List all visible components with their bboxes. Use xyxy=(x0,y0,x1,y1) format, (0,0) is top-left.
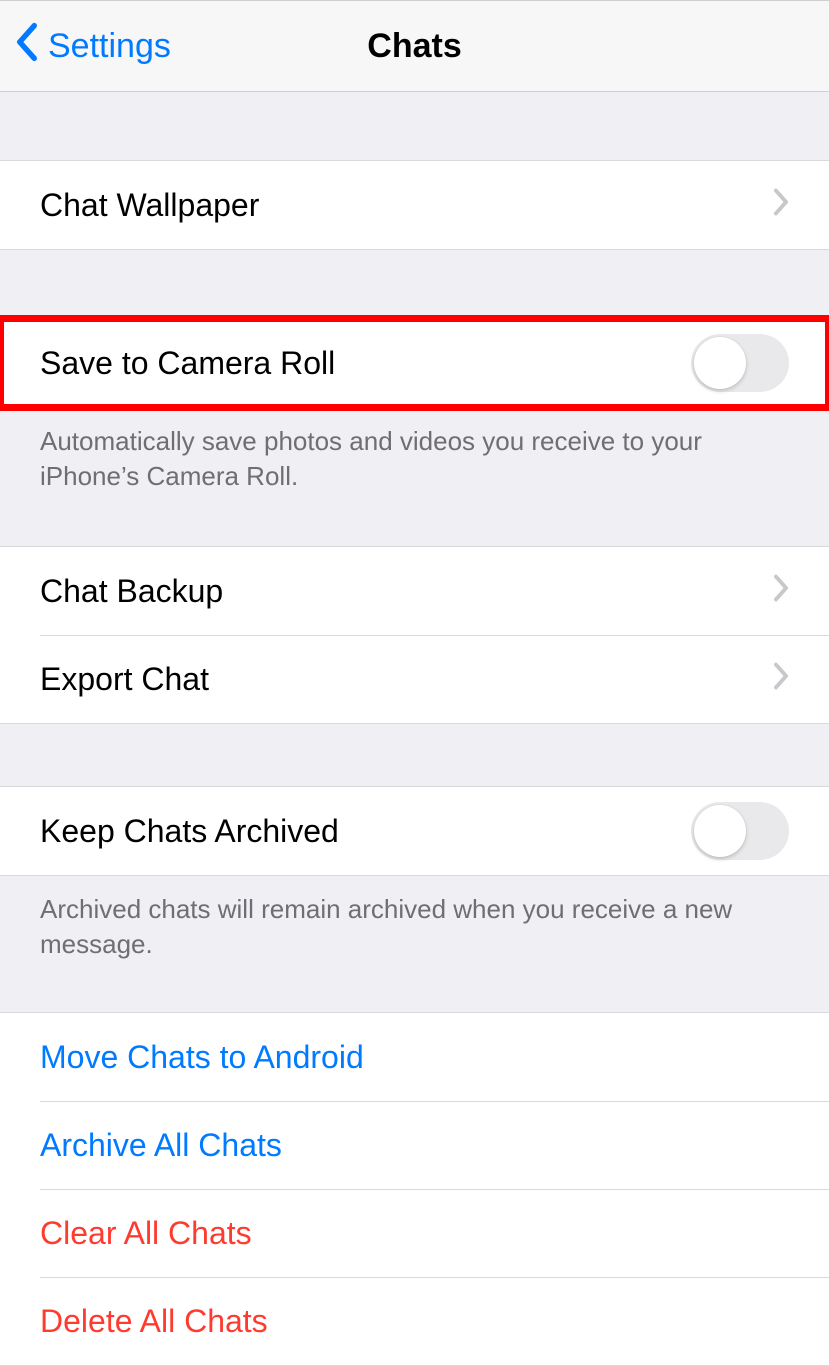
toggle-knob xyxy=(694,805,746,857)
row-label: Export Chat xyxy=(40,661,773,698)
chevron-right-icon xyxy=(773,661,789,698)
row-label: Keep Chats Archived xyxy=(40,813,691,850)
row-label: Chat Wallpaper xyxy=(40,187,773,224)
row-label: Save to Camera Roll xyxy=(40,345,691,382)
chevron-right-icon xyxy=(773,187,789,224)
page-title: Chats xyxy=(367,27,461,66)
action-label: Move Chats to Android xyxy=(40,1039,364,1076)
action-move-android[interactable]: Move Chats to Android xyxy=(0,1013,829,1101)
action-archive-all[interactable]: Archive All Chats xyxy=(0,1101,829,1189)
row-save-camera-roll[interactable]: Save to Camera Roll xyxy=(0,319,829,407)
group-wallpaper: Chat Wallpaper xyxy=(0,160,829,250)
toggle-keep-archived[interactable] xyxy=(691,802,789,860)
row-export-chat[interactable]: Export Chat xyxy=(0,635,829,723)
back-button[interactable]: Settings xyxy=(16,22,171,71)
action-label: Delete All Chats xyxy=(40,1303,268,1340)
toggle-knob xyxy=(694,337,746,389)
action-label: Archive All Chats xyxy=(40,1127,282,1164)
group-backup: Chat Backup Export Chat xyxy=(0,546,829,724)
action-clear-all[interactable]: Clear All Chats xyxy=(0,1189,829,1277)
group-archive: Keep Chats Archived xyxy=(0,786,829,876)
row-label: Chat Backup xyxy=(40,573,773,610)
row-chat-wallpaper[interactable]: Chat Wallpaper xyxy=(0,161,829,249)
action-label: Clear All Chats xyxy=(40,1215,252,1252)
chevron-right-icon xyxy=(773,573,789,610)
chevron-left-icon xyxy=(16,22,48,71)
footer-camera-roll: Automatically save photos and videos you… xyxy=(0,408,829,518)
footer-archive: Archived chats will remain archived when… xyxy=(0,876,829,986)
row-chat-backup[interactable]: Chat Backup xyxy=(0,547,829,635)
back-label: Settings xyxy=(48,27,171,66)
group-camera-roll: Save to Camera Roll xyxy=(0,318,829,408)
toggle-save-camera-roll[interactable] xyxy=(691,334,789,392)
row-keep-archived[interactable]: Keep Chats Archived xyxy=(0,787,829,875)
nav-bar: Settings Chats xyxy=(0,0,829,92)
group-actions: Move Chats to Android Archive All Chats … xyxy=(0,1012,829,1366)
action-delete-all[interactable]: Delete All Chats xyxy=(0,1277,829,1365)
